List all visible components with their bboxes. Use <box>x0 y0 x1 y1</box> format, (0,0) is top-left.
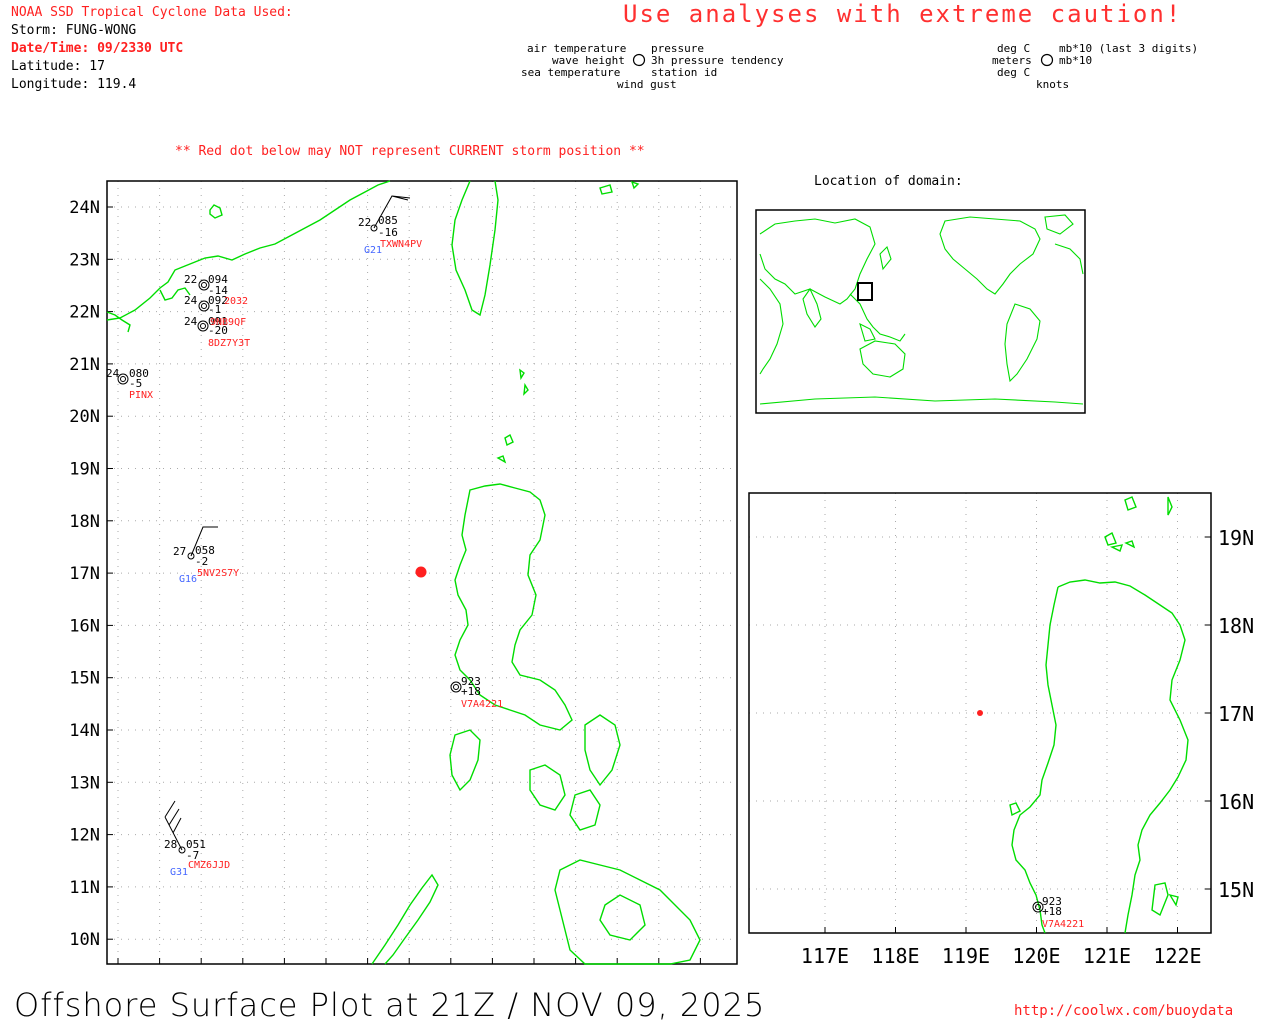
station-tend: -16 <box>378 226 398 239</box>
lat-label: 11N <box>69 878 100 898</box>
main-lat-labels: 24N 23N 22N 21N 20N 19N 18N 17N 16N 15N 14N 13N 12N 1… <box>69 198 100 950</box>
lat-label: 19N <box>69 460 100 480</box>
svg-text:+18: +18 <box>1042 905 1062 918</box>
caution-banner: Use analyses with extreme caution! <box>623 0 1183 28</box>
zoom-lat-label: 15N <box>1218 878 1254 902</box>
longitude: Longitude: 119.4 <box>11 77 137 92</box>
svg-text:9NB9QF: 9NB9QF <box>210 317 246 328</box>
svg-text:-2: -2 <box>195 555 208 568</box>
svg-text:-5: -5 <box>129 377 142 390</box>
zoom-lat-label: 18N <box>1218 614 1254 638</box>
svg-text:+18: +18 <box>461 685 481 698</box>
zoom-lon-label: 121E <box>1083 944 1131 968</box>
source-label: NOAA SSD Tropical Cyclone Data Used: <box>11 5 293 20</box>
lat-label: 21N <box>69 355 100 375</box>
svg-text:22: 22 <box>184 273 197 286</box>
station-id: TXWN4PV <box>380 239 422 250</box>
zoom-lon-label: 120E <box>1012 944 1060 968</box>
zoom-storm-dot <box>977 710 983 716</box>
lat-label: 23N <box>69 250 100 270</box>
svg-text:24: 24 <box>184 294 198 307</box>
station-cmz6jjd: 28 051 -7 CMZ6JJD G31 <box>164 800 230 878</box>
legend-wind-gust: wind gust <box>617 78 677 91</box>
svg-text:G31: G31 <box>170 867 188 878</box>
storm-position-dot <box>415 566 427 578</box>
footer-title: Offshore Surface Plot at 21Z / NOV 09, 2… <box>14 986 766 1024</box>
station-5nv2s7y: 27 058 -2 5NV2S7Y G16 <box>173 526 239 585</box>
zoom-lon-labels: 117E 118E 119E 120E 121E 122E <box>801 944 1202 968</box>
zoom-lat-label: 16N <box>1218 790 1254 814</box>
svg-text:28: 28 <box>164 838 177 851</box>
zoom-lat-label: 17N <box>1218 702 1254 726</box>
svg-text:24: 24 <box>106 367 120 380</box>
footer-url[interactable]: http://coolwx.com/buoydata <box>1014 1003 1233 1019</box>
lat-label: 22N <box>69 303 100 323</box>
station-v7a4221: 923 +18 V7A4221 <box>450 675 503 710</box>
svg-text:V7A4221: V7A4221 <box>461 699 503 710</box>
lat-label: 14N <box>69 721 100 741</box>
lat-label: 10N <box>69 930 100 950</box>
zoom-lon-label: 122E <box>1153 944 1201 968</box>
station-temp: 22 <box>358 216 371 229</box>
lat-label: 20N <box>69 407 100 427</box>
zoom-map: 923 +18 V7A4221 19N18N17N16N15N 117E 118E… <box>748 492 1254 968</box>
zoom-coastline <box>1009 496 1189 934</box>
legend-sea-temp: sea temperature <box>521 66 621 79</box>
zoom-lat-labels: 19N 18N 17N 16N 15N <box>1218 526 1254 902</box>
svg-text:2032: 2032 <box>224 296 248 307</box>
station-cluster-hk: 22 094 -14 24 092 -1 2032 24 091 -20 9NB… <box>184 273 250 349</box>
lat-label: 15N <box>69 669 100 689</box>
svg-text:CMZ6JJD: CMZ6JJD <box>188 860 230 871</box>
legend-circle-icon-right <box>1040 53 1054 67</box>
svg-text:G16: G16 <box>179 574 197 585</box>
svg-text:24: 24 <box>184 315 198 328</box>
inset-world-map <box>755 209 1086 414</box>
lat-label: 18N <box>69 512 100 532</box>
zoom-lon-label: 117E <box>801 944 849 968</box>
lat-label: 17N <box>69 564 100 584</box>
lat-label: 16N <box>69 616 100 636</box>
datetime: Date/Time: 09/2330 UTC <box>11 41 184 56</box>
station-txwn4pv: 22 085 -16 TXWN4PV G21 <box>358 195 422 256</box>
inset-frame <box>755 209 1086 414</box>
svg-text:PINX: PINX <box>129 390 153 401</box>
legend-unit-mb: mb*10 <box>1059 54 1093 67</box>
zoom-lon-label: 118E <box>871 944 919 968</box>
svg-text:27: 27 <box>173 545 186 558</box>
legend-unit-knots: knots <box>1036 78 1070 91</box>
lat-label: 24N <box>69 198 100 218</box>
main-map: 22 085 -16 TXWN4PV G21 22 094 -14 24 092… <box>69 180 738 965</box>
station-gust: G21 <box>364 245 382 256</box>
svg-text:5NV2S7Y: 5NV2S7Y <box>197 568 239 579</box>
storm-position-notice: ** Red dot below may NOT represent CURRE… <box>175 144 645 159</box>
storm-name: Storm: FUNG-WONG <box>11 23 137 38</box>
station-pinx: 24 080 -5 PINX <box>106 367 153 401</box>
zoom-lat-label: 19N <box>1218 526 1254 550</box>
svg-text:8DZ7Y3T: 8DZ7Y3T <box>208 338 250 349</box>
latitude: Latitude: 17 <box>11 59 105 74</box>
inset-title: Location of domain: <box>814 174 963 189</box>
svg-text:V7A4221: V7A4221 <box>1042 919 1084 930</box>
legend-unit-degc-2: deg C <box>997 66 1031 79</box>
lat-label: 13N <box>69 773 100 793</box>
zoom-lon-label: 119E <box>942 944 990 968</box>
legend-circle-icon <box>632 53 646 67</box>
lat-label: 12N <box>69 826 100 846</box>
